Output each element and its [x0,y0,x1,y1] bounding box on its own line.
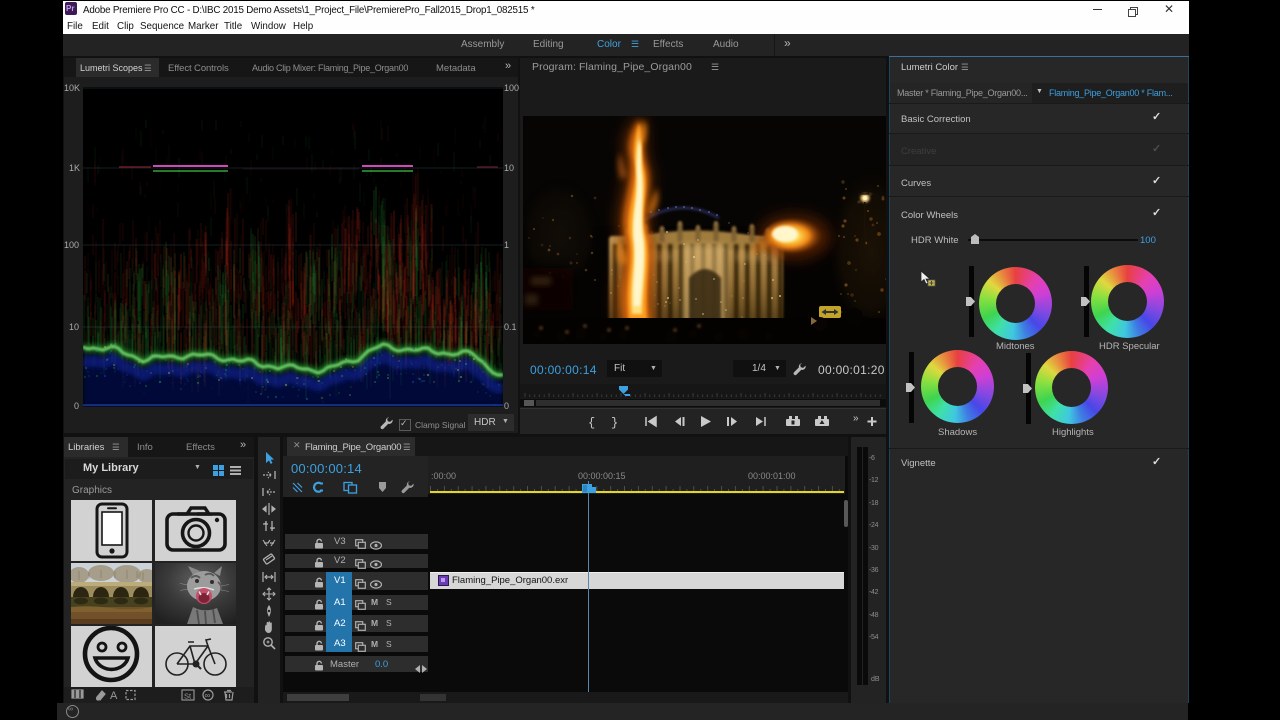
svg-text:∞: ∞ [205,691,211,700]
svg-text:»: » [853,413,859,424]
svg-text:A: A [110,690,118,702]
svg-text:St: St [184,692,192,701]
svg-text:{: { [588,416,595,430]
svg-text:}: } [611,416,618,430]
